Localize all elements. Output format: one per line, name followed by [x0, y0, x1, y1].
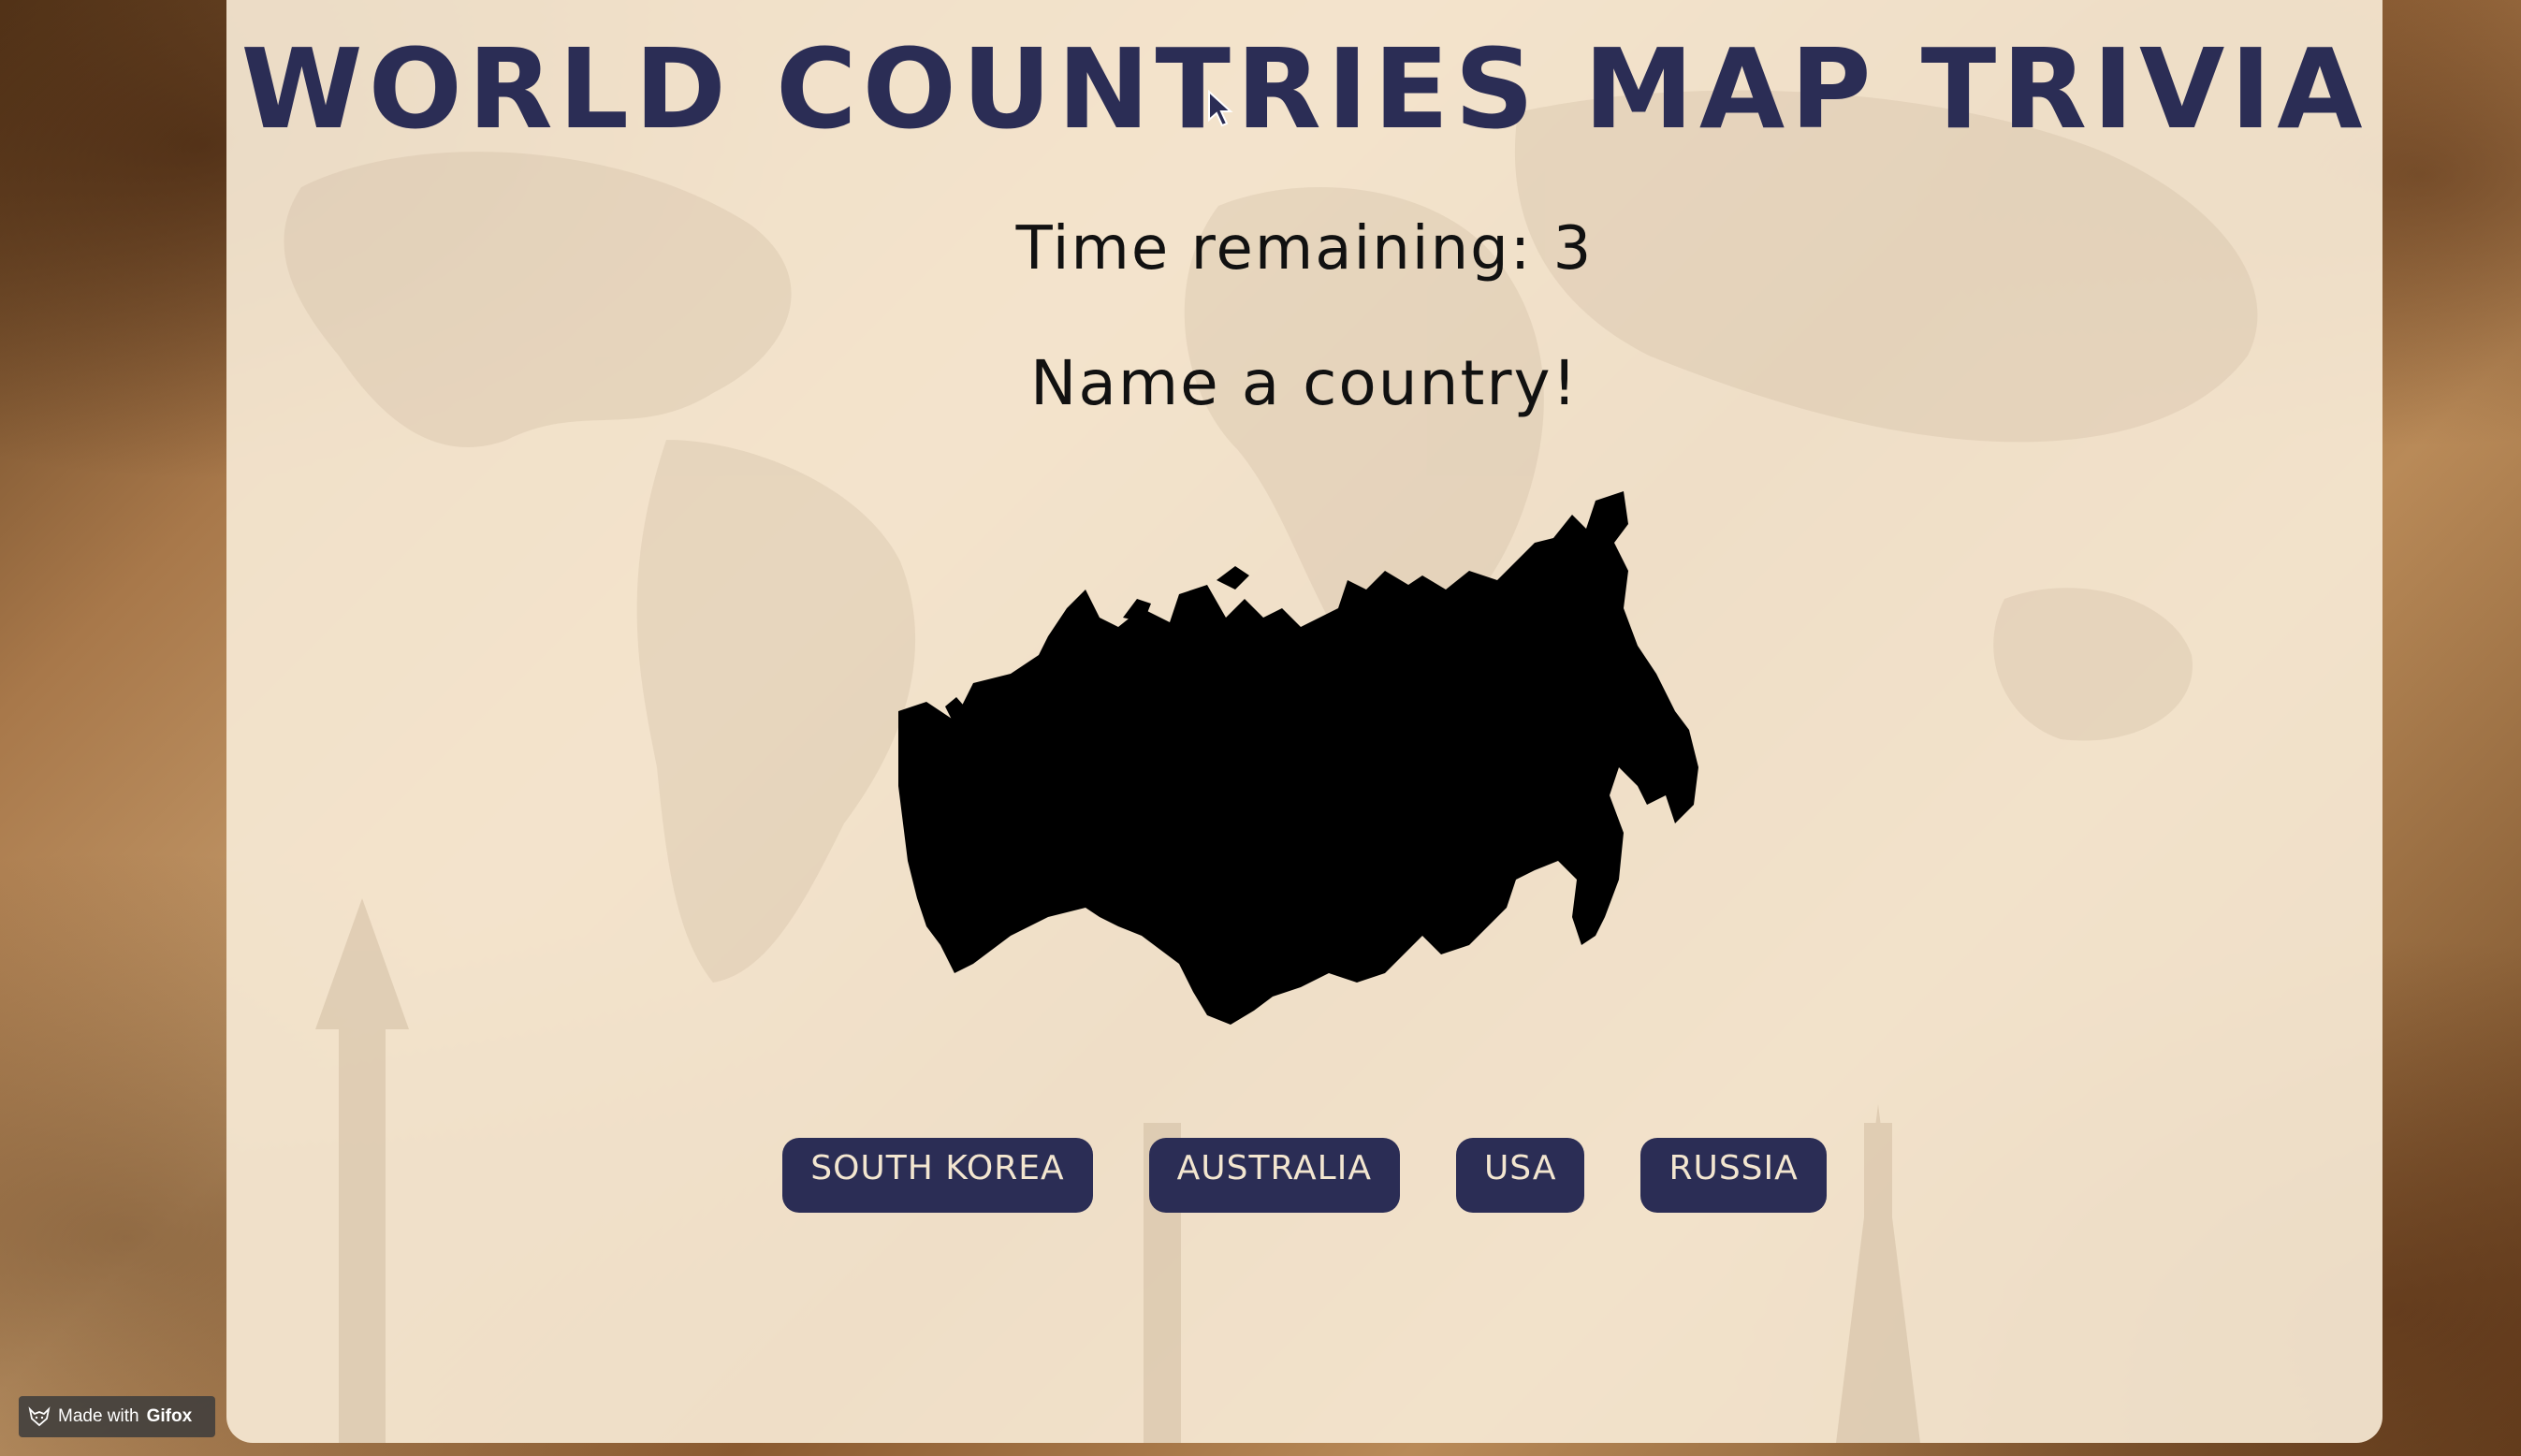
- answer-button-usa[interactable]: USA: [1455, 1138, 1585, 1213]
- answer-button-australia[interactable]: AUSTRALIA: [1148, 1138, 1400, 1213]
- game-title: WORLD COUNTRIES MAP TRIVIA: [240, 24, 2368, 153]
- watermark-brand: Gifox: [146, 1406, 193, 1426]
- russia-silhouette-icon: [898, 491, 1698, 1025]
- answer-button-south-korea[interactable]: SOUTH KOREA: [782, 1138, 1093, 1213]
- question-prompt: Name a country!: [1030, 347, 1579, 419]
- watermark-prefix: Made with: [58, 1406, 139, 1426]
- gifox-watermark: Made with Gifox: [19, 1396, 215, 1437]
- time-remaining: Time remaining: 3: [1015, 214, 1594, 284]
- answer-button-russia[interactable]: RUSSIA: [1640, 1138, 1827, 1213]
- answer-options: SOUTH KOREA AUSTRALIA USA RUSSIA: [226, 1138, 2383, 1213]
- mouse-cursor-icon: [1208, 90, 1233, 127]
- game-panel: WORLD COUNTRIES MAP TRIVIA Time remainin…: [226, 0, 2383, 1443]
- fox-icon: [28, 1406, 51, 1427]
